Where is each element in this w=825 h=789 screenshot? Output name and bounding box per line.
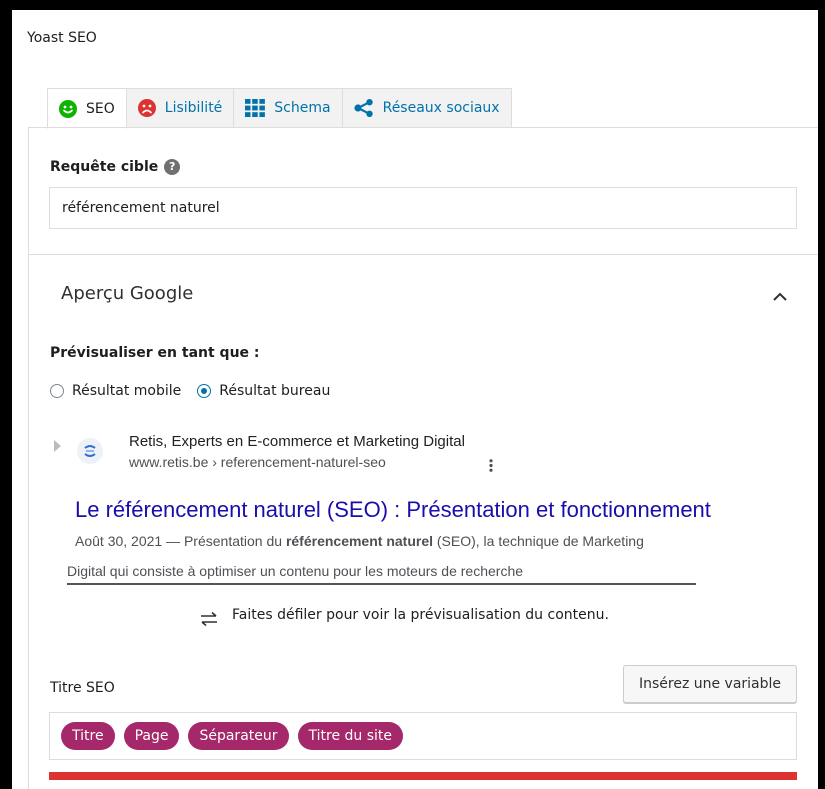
radio-mobile[interactable]: [50, 384, 64, 398]
variable-pill[interactable]: Titre du site: [297, 722, 404, 750]
variable-pill[interactable]: Page: [123, 722, 180, 750]
preview-mode-radios: Résultat mobile Résultat bureau: [50, 383, 346, 399]
tab-readability-label: Lisibilité: [164, 100, 223, 116]
seo-title-progress-bar: [49, 772, 797, 780]
google-preview-heading[interactable]: Aperçu Google: [61, 283, 193, 304]
more-vertical-icon: [489, 457, 493, 476]
serp-date: Août 30, 2021: [75, 533, 163, 549]
serp-description-line2: Digital qui consiste à optimiser un cont…: [67, 563, 524, 579]
tab-schema[interactable]: Schema: [234, 88, 343, 128]
insert-variable-button[interactable]: Insérez une variable: [623, 665, 797, 703]
seo-title-editor[interactable]: Titre Page Séparateur Titre du site: [49, 712, 797, 760]
expand-arrow-icon: [54, 440, 61, 452]
tab-seo[interactable]: SEO: [47, 88, 127, 129]
smiley-happy-icon: [59, 99, 77, 118]
serp-description: Août 30, 2021 — Présentation du référenc…: [75, 533, 644, 549]
scroll-hint: Faites défiler pour voir la prévisualisa…: [200, 607, 609, 631]
panel-title: Yoast SEO: [27, 30, 97, 46]
share-icon: [353, 99, 374, 117]
swap-arrows-icon: [200, 611, 218, 631]
focus-keyphrase-input[interactable]: référencement naturel: [49, 187, 797, 229]
serp-desc-keyword: référencement naturel: [285, 533, 433, 549]
serp-desc-start: Présentation du: [183, 533, 283, 549]
tab-schema-label: Schema: [274, 100, 331, 116]
radio-mobile-label[interactable]: Résultat mobile: [72, 383, 181, 399]
tab-social[interactable]: Réseaux sociaux: [342, 88, 512, 128]
metabox-tabs: SEO Lisibilité Schema Réseaux sociaux: [47, 88, 512, 129]
focus-keyphrase-label: Requête cible?: [50, 159, 181, 175]
section-divider: [28, 254, 818, 255]
site-favicon-icon: [77, 438, 103, 464]
help-icon[interactable]: ?: [164, 159, 181, 175]
annotation-underline: [67, 583, 696, 585]
tab-readability[interactable]: Lisibilité: [126, 88, 235, 128]
tab-seo-label: SEO: [86, 100, 115, 117]
focus-keyphrase-label-text: Requête cible: [50, 159, 159, 175]
preview-as-label: Prévisualiser en tant que :: [50, 345, 260, 361]
variable-pill[interactable]: Titre: [61, 722, 115, 750]
serp-site-name: Retis, Experts en E-commerce et Marketin…: [129, 433, 465, 450]
tab-social-label: Réseaux sociaux: [382, 100, 500, 116]
radio-desktop-label[interactable]: Résultat bureau: [219, 383, 330, 399]
smiley-sad-icon: [137, 99, 156, 117]
radio-desktop[interactable]: [197, 384, 212, 398]
chevron-up-icon[interactable]: [772, 287, 788, 306]
scroll-hint-text: Faites défiler pour voir la prévisualisa…: [232, 607, 609, 623]
serp-desc-end: (SEO), la technique de Marketing: [436, 533, 644, 549]
variable-pill[interactable]: Séparateur: [188, 722, 289, 750]
seo-title-label: Titre SEO: [50, 680, 115, 696]
grid-icon: [245, 99, 266, 117]
serp-title: Le référencement naturel (SEO) : Présent…: [75, 497, 711, 522]
serp-url: www.retis.be › referencement-naturel-seo: [129, 454, 386, 470]
yoast-seo-panel: Yoast SEO SEO Lisibilité Schema Réseaux …: [12, 10, 818, 789]
